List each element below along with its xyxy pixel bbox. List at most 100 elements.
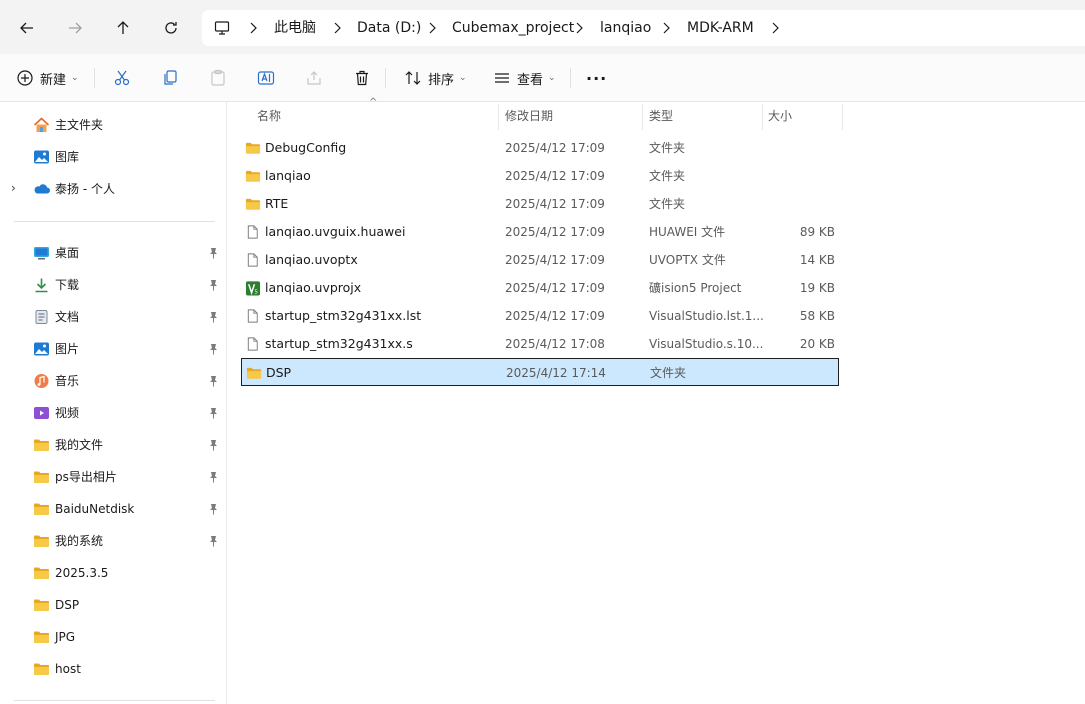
chevron-right-icon[interactable]: › xyxy=(11,181,16,195)
file-name: RTE xyxy=(265,196,289,211)
pin-icon[interactable] xyxy=(208,439,219,451)
breadcrumb-lanqiao[interactable]: lanqiao xyxy=(600,10,651,46)
folder-icon xyxy=(34,471,49,483)
folder-icon xyxy=(246,367,262,379)
sidebar-item-pinned[interactable]: 2025.3.5 xyxy=(0,559,226,587)
scissors-icon xyxy=(114,70,130,86)
file-row[interactable]: RTE 2025/4/12 17:09 文件夹 xyxy=(241,190,839,218)
new-button[interactable]: 新建 ⌄ xyxy=(16,64,79,92)
pin-icon[interactable] xyxy=(208,247,219,259)
file-size: 58 KB xyxy=(799,309,835,323)
sidebar-item-pinned[interactable]: DSP xyxy=(0,591,226,619)
chevron-right-icon[interactable] xyxy=(768,21,782,35)
share-button[interactable] xyxy=(305,64,323,92)
toolbar-divider xyxy=(385,68,386,88)
file-row[interactable]: lanqiao 2025/4/12 17:09 文件夹 xyxy=(241,162,839,190)
sidebar-item-onedrive[interactable]: › 泰扬 - 个人 xyxy=(0,175,226,203)
desktop-icon xyxy=(34,247,49,260)
sort-label: 排序 xyxy=(428,72,455,88)
sidebar-item-pinned[interactable]: 我的文件 xyxy=(0,431,226,459)
sidebar-item-label: host xyxy=(55,662,81,676)
file-date: 2025/4/12 17:08 xyxy=(505,337,605,351)
breadcrumb-mdk-arm[interactable]: MDK-ARM xyxy=(687,10,754,46)
sidebar-item-pinned[interactable]: 音乐 xyxy=(0,367,226,395)
column-divider[interactable] xyxy=(842,104,843,130)
back-button[interactable] xyxy=(11,12,43,44)
file-row[interactable]: DebugConfig 2025/4/12 17:09 文件夹 xyxy=(241,134,839,162)
arrow-left-icon xyxy=(20,22,33,34)
sidebar-item-pinned[interactable]: JPG xyxy=(0,623,226,651)
forward-button[interactable] xyxy=(59,12,91,44)
pin-icon[interactable] xyxy=(208,375,219,387)
copy-button[interactable] xyxy=(161,64,179,92)
sidebar-item-pinned[interactable]: 视频 xyxy=(0,399,226,427)
file-row[interactable]: startup_stm32g431xx.lst 2025/4/12 17:09 Vi… xyxy=(241,302,839,330)
document-icon xyxy=(35,310,48,324)
column-divider[interactable] xyxy=(762,104,763,130)
folder-icon xyxy=(34,567,49,579)
sidebar-item-pinned[interactable]: 下载 xyxy=(0,271,226,299)
cut-button[interactable] xyxy=(113,64,131,92)
address-bar[interactable]: 此电脑 Data (D:) Cubemax_project lanqiao MD… xyxy=(202,10,1085,46)
rename-button[interactable] xyxy=(257,64,275,92)
breadcrumb-cubemax[interactable]: Cubemax_project xyxy=(452,10,574,46)
column-header-name[interactable]: 名称 xyxy=(257,102,281,130)
sidebar-item-pinned[interactable]: ps导出相片 xyxy=(0,463,226,491)
chevron-right-icon xyxy=(334,22,341,34)
pin-icon[interactable] xyxy=(208,535,219,547)
sidebar-item-pinned[interactable]: 文档 xyxy=(0,303,226,331)
file-row[interactable]: lanqiao.uvoptx 2025/4/12 17:09 UVOPTX 文件 14… xyxy=(241,246,839,274)
sidebar-item-gallery[interactable]: 图库 xyxy=(0,143,226,171)
file-row[interactable]: startup_stm32g431xx.s 2025/4/12 17:08 Visu… xyxy=(241,330,839,358)
pin-icon[interactable] xyxy=(208,311,219,323)
sidebar-item-pinned[interactable]: 桌面 xyxy=(0,239,226,267)
file-type: 文件夹 xyxy=(649,169,686,183)
up-button[interactable] xyxy=(107,12,139,44)
file-row[interactable]: lanqiao.uvguix.huawei 2025/4/12 17:09 HUAW… xyxy=(241,218,839,246)
chevron-right-icon xyxy=(429,22,436,34)
pin-icon[interactable] xyxy=(208,503,219,515)
folder-icon xyxy=(34,535,49,547)
file-name: startup_stm32g431xx.lst xyxy=(265,308,422,323)
chevron-down-icon: ⌄ xyxy=(71,73,79,83)
column-header-type[interactable]: 类型 xyxy=(649,102,673,130)
file-name: lanqiao.uvoptx xyxy=(265,252,358,267)
sort-ascending-icon: ^ xyxy=(369,97,378,108)
sidebar-item-label: 主文件夹 xyxy=(55,118,104,132)
file-size: 89 KB xyxy=(799,225,835,239)
column-divider[interactable] xyxy=(498,104,499,130)
trash-icon xyxy=(356,70,368,86)
file-type: 文件夹 xyxy=(650,366,687,380)
view-label: 查看 xyxy=(517,72,544,88)
sidebar-item-home[interactable]: 主文件夹 xyxy=(0,111,226,139)
delete-button[interactable] xyxy=(353,64,371,92)
pin-icon[interactable] xyxy=(208,279,219,291)
sidebar-item-pinned[interactable]: 我的系统 xyxy=(0,527,226,555)
file-name: lanqiao.uvprojx xyxy=(265,280,362,295)
column-header-date[interactable]: 修改日期 xyxy=(505,102,553,130)
breadcrumb-this-pc[interactable]: 此电脑 xyxy=(274,10,316,46)
command-bar: 新建 ⌄ 排序 ⌄ 查看 ⌄ ··· xyxy=(0,54,1085,102)
column-header-size[interactable]: 大小 xyxy=(768,102,792,130)
file-row[interactable]: 5 lanqiao.uvprojx 2025/4/12 17:09 礦ision5 P… xyxy=(241,274,839,302)
copy-icon xyxy=(164,70,177,85)
paste-button[interactable] xyxy=(209,64,227,92)
sidebar-item-pinned[interactable]: host xyxy=(0,655,226,683)
pin-icon[interactable] xyxy=(208,407,219,419)
folder-icon xyxy=(245,198,261,210)
onedrive-icon xyxy=(34,184,50,194)
file-type: VisualStudio.s.10... xyxy=(649,337,764,351)
refresh-button[interactable] xyxy=(155,12,187,44)
sidebar-item-pinned[interactable]: BaiduNetdisk xyxy=(0,495,226,523)
view-button[interactable]: 查看 ⌄ xyxy=(493,64,556,92)
sidebar-item-pinned[interactable]: 图片 xyxy=(0,335,226,363)
sort-button[interactable]: 排序 ⌄ xyxy=(404,64,467,92)
pin-icon[interactable] xyxy=(208,343,219,355)
chevron-down-icon: ⌄ xyxy=(459,73,467,83)
column-divider[interactable] xyxy=(642,104,643,130)
breadcrumb-drive[interactable]: Data (D:) xyxy=(357,10,421,46)
file-row[interactable]: DSP 2025/4/12 17:14 文件夹 xyxy=(241,358,839,386)
more-options-button[interactable]: ··· xyxy=(586,64,607,92)
file-date: 2025/4/12 17:14 xyxy=(506,366,606,380)
pin-icon[interactable] xyxy=(208,471,219,483)
